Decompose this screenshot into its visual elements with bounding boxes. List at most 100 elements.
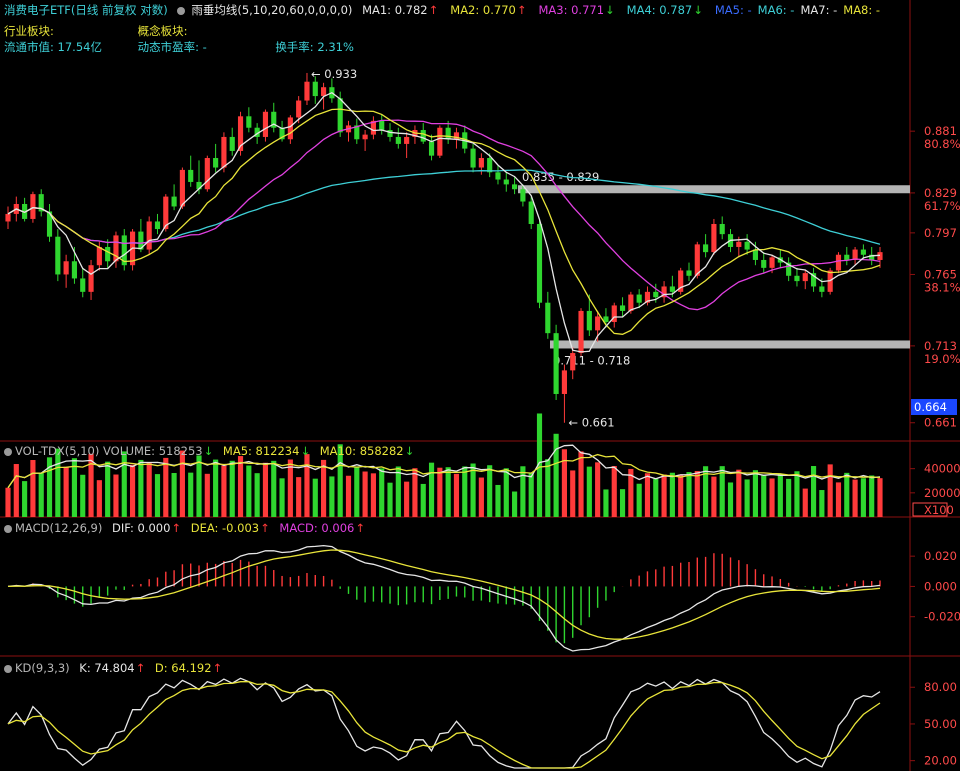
volume-ma10: MA10: 858282 [319,444,404,458]
volume-bar [611,466,617,517]
candle-body [30,194,36,219]
volume-indicator-name[interactable]: VOL-TDX(5,10) [15,444,99,458]
security-title[interactable]: 消费电子ETF [4,3,71,17]
kd-header: KD(9,3,3) K: 74.804↑ D: 64.192↑ [4,661,222,675]
candle-body [379,120,385,131]
ma-legend-item-6: MA6: - [757,3,795,17]
volume-bar [786,478,792,517]
price-tick-label: 0.765 [924,267,957,281]
circ-market-value: 流通市值: 17.54亿 [4,40,102,54]
macd-dif-arrow-icon: ↑ [171,521,182,535]
volume-bar [22,481,28,517]
macd-dea-arrow-icon: ↑ [260,521,270,535]
candle-body [802,273,808,282]
volume-bar [694,471,700,517]
volume-bar [321,459,327,517]
volume-tick-label: 40000 [924,462,960,476]
support-zone-bar [550,340,910,349]
kd-k-line [7,677,881,769]
volume-bar [437,467,443,517]
volume-bar [38,472,44,517]
volume-bar [744,479,750,517]
candle-body [520,189,526,202]
candle-body [553,333,559,394]
volume-bar [570,470,576,517]
volume-bar [470,463,476,517]
candle-body [262,111,269,137]
candle-body [395,136,401,144]
industry-label[interactable]: 行业板块: [4,24,128,38]
fib-level-label: 80.8% [924,137,960,151]
candle-body [736,241,742,247]
volume-bar [80,474,86,517]
volume-bar [495,484,501,517]
ma-legend-item-1: MA1: 0.782↑ [362,3,439,17]
volume-bar [138,459,144,517]
volume-bar [171,472,177,517]
volume-bar [262,462,269,517]
volume-bar [719,466,725,517]
candle-body [179,169,185,207]
indicator-toggle-icon[interactable] [177,7,186,15]
volume-bar [213,459,219,517]
volume-bar [769,478,775,517]
macd-indicator-name[interactable]: MACD(12,26,9) [15,521,102,535]
candle-body [819,286,825,292]
volume-bar [296,477,302,517]
volume-toggle-icon[interactable] [4,448,12,456]
kd-tick-label: 50.00 [924,717,957,731]
candle-body [55,236,61,275]
volume-bar [578,451,584,517]
volume-bar [852,479,858,517]
candle-body [88,265,94,292]
volume-bar [96,480,102,517]
period-mode[interactable]: (日线 前复权 对数) [71,3,168,17]
fib-level-label: 61.7% [924,199,960,213]
volume-bar [163,457,169,517]
volume-bar [129,464,136,517]
candle-body [171,196,177,207]
candle-body [229,136,235,151]
candle-body [761,259,767,268]
volume-bar [678,474,684,517]
volume-ma5: MA5: 812234 [222,444,300,458]
candle-body [221,136,227,168]
candle-body [312,81,318,97]
kd-tick-label: 80.00 [924,680,957,694]
kd-toggle-icon[interactable] [4,665,12,673]
candle-body [63,261,69,275]
macd-arrow-icon: ↑ [355,521,365,535]
price-tick-label: 0.881 [924,124,957,138]
volume-bar [561,449,567,517]
macd-toggle-icon[interactable] [4,525,12,533]
candle-body [669,286,675,292]
concept-label[interactable]: 概念板块: [138,24,188,38]
candle-body [744,241,750,250]
candle-body [420,130,426,142]
volume-bar [179,450,185,517]
ma-legend-arrow-icon: ↑ [516,3,527,17]
volume-bar [669,472,675,517]
volume-bar [30,460,36,517]
ma-legend-item-7: MA7: - [800,3,838,17]
volume-bar [370,473,376,517]
volume-bar [121,451,127,517]
volume-bar [644,473,651,517]
candle-body [428,141,435,156]
candle-body [96,246,102,266]
volume-bar [312,478,318,517]
volume-bar [196,455,202,517]
ma-legend-arrow-icon: ↑ [428,3,439,17]
fib-level-label: 19.0% [924,352,960,366]
price-tick-label: 0.661 [924,416,957,430]
ma-legend-item-3: MA3: 0.771↓ [538,3,615,17]
volume-bar [777,473,783,517]
current-price-tag: 0.664 [911,399,957,415]
candle-body [528,201,534,224]
indicator-name[interactable]: 雨垂均线 [191,3,237,17]
candle-body [636,294,642,303]
kd-indicator-name[interactable]: KD(9,3,3) [15,661,70,675]
chart-canvas[interactable]: 0.88180.8% 0.82961.7% 0.797 0.76538.1% 0.713… [0,0,960,771]
indicator-params: (5,10,20,60,0,0,0,0) [237,3,353,17]
ma-legend-arrow-icon: ↓ [605,3,615,17]
